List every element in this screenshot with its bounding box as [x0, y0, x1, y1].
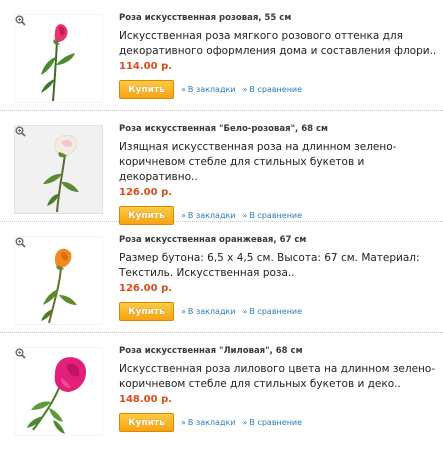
product-price: 126.00 р.	[119, 187, 173, 198]
product-image[interactable]	[14, 236, 103, 325]
orange-rose-image	[41, 248, 77, 324]
product-info: Роза искусственная "Бело-розовая", 68 см…	[119, 124, 437, 225]
product-title[interactable]: Роза искусственная оранжевая, 67 см	[119, 235, 437, 245]
product-item: Роза искусственная "Лиловая", 68 см Иску…	[0, 333, 443, 444]
product-price: 114.00 р.	[119, 61, 173, 72]
compare-label: В сравнение	[249, 307, 303, 316]
compare-link[interactable]: » В сравнение	[243, 307, 303, 316]
bookmark-link[interactable]: » В закладки	[181, 418, 236, 427]
product-image[interactable]	[14, 347, 103, 436]
product-image[interactable]	[14, 14, 103, 103]
bookmark-link[interactable]: » В закладки	[181, 85, 236, 94]
buy-button[interactable]: Купить	[119, 413, 174, 432]
compare-label: В сравнение	[249, 85, 303, 94]
compare-label: В сравнение	[249, 418, 303, 427]
product-actions: Купить » В закладки » В сравнение	[119, 302, 437, 321]
product-info: Роза искусственная оранжевая, 67 см Разм…	[119, 235, 437, 321]
magnifier-icon[interactable]	[15, 348, 26, 359]
double-arrow-icon: »	[242, 211, 248, 220]
double-arrow-icon: »	[181, 307, 186, 316]
bookmark-link[interactable]: » В закладки	[181, 307, 236, 316]
pink-rose-image	[41, 24, 75, 102]
compare-link[interactable]: » В сравнение	[243, 418, 303, 427]
product-description: Искусственная роза мягкого розового отте…	[119, 30, 437, 57]
double-arrow-icon: »	[181, 85, 186, 94]
double-arrow-icon: »	[181, 211, 186, 220]
product-description: Изящная искусственная роза на длинном зе…	[119, 141, 397, 183]
product-item: Роза искусственная оранжевая, 67 см Разм…	[0, 222, 443, 333]
double-arrow-icon: »	[242, 418, 248, 427]
product-description: Искусственная роза лилового цвета на дли…	[119, 363, 436, 390]
product-title[interactable]: Роза искусственная "Лиловая", 68 см	[119, 346, 437, 356]
lilac-rose-image	[27, 357, 87, 434]
bookmark-link[interactable]: » В закладки	[181, 211, 236, 220]
buy-button[interactable]: Купить	[119, 80, 174, 99]
double-arrow-icon: »	[181, 418, 186, 427]
bookmark-label: В закладки	[187, 418, 236, 427]
product-price: 148.00 р.	[119, 394, 173, 405]
bookmark-label: В закладки	[187, 85, 236, 94]
magnifier-icon[interactable]	[15, 126, 26, 137]
product-description: Размер бутона: 6,5 х 4,5 см. Высота: 67 …	[119, 252, 420, 279]
magnifier-icon[interactable]	[15, 237, 26, 248]
product-title[interactable]: Роза искусственная розовая, 55 см	[119, 13, 437, 23]
double-arrow-icon: »	[242, 307, 248, 316]
product-actions: Купить » В закладки » В сравнение	[119, 413, 437, 432]
product-info: Роза искусственная розовая, 55 см Искусс…	[119, 13, 437, 99]
product-item: Роза искусственная "Бело-розовая", 68 см…	[0, 111, 443, 225]
white-pink-rose-image	[43, 134, 79, 213]
product-item: Роза искусственная розовая, 55 см Искусс…	[0, 0, 443, 111]
product-info: Роза искусственная "Лиловая", 68 см Иску…	[119, 346, 437, 432]
product-price: 126.00 р.	[119, 283, 173, 294]
double-arrow-icon: »	[242, 85, 248, 94]
bookmark-label: В закладки	[187, 307, 236, 316]
magnifier-icon[interactable]	[15, 15, 26, 26]
bookmark-label: В закладки	[187, 211, 236, 220]
product-title[interactable]: Роза искусственная "Бело-розовая", 68 см	[119, 124, 437, 134]
compare-label: В сравнение	[249, 211, 303, 220]
buy-button[interactable]: Купить	[119, 302, 174, 321]
compare-link[interactable]: » В сравнение	[243, 211, 303, 220]
product-image[interactable]	[14, 125, 103, 214]
product-actions: Купить » В закладки » В сравнение	[119, 80, 437, 99]
compare-link[interactable]: » В сравнение	[243, 85, 303, 94]
product-list: Роза искусственная розовая, 55 см Искусс…	[0, 0, 443, 444]
